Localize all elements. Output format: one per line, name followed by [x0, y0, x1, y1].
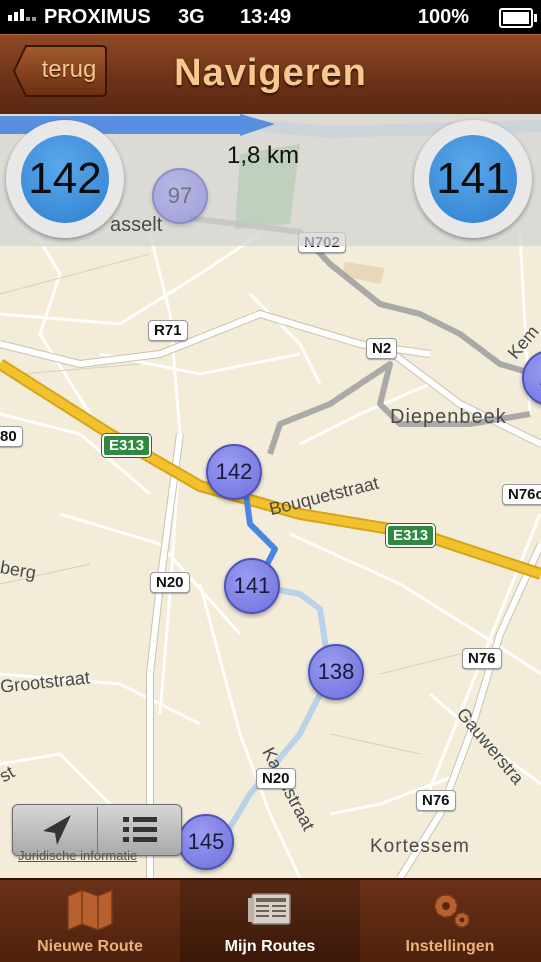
map-icon — [67, 888, 113, 932]
road-shield-n20-south: N20 — [256, 768, 296, 789]
road-shield-n80: 80 — [0, 426, 23, 447]
network-type: 3G — [178, 6, 205, 28]
label-diepenbeek: Diepenbeek — [390, 406, 507, 428]
road-shield-r71: R71 — [148, 320, 188, 341]
navigation-bar: terug Navigeren — [0, 34, 541, 116]
node-141[interactable]: 141 — [224, 558, 280, 614]
road-shield-n2: N2 — [366, 338, 398, 359]
from-node-number: 142 — [21, 135, 109, 223]
to-node-number: 141 — [429, 135, 517, 223]
route-distance: 1,8 km — [226, 142, 300, 169]
route-map[interactable]: Diepenbeek Bouquetstraat Grootstraat Kap… — [0, 114, 541, 878]
carrier-name: PROXIMUS — [44, 6, 151, 28]
route-info-overlay: 97 asselt 1,8 km 142 141 — [0, 114, 541, 246]
tab-label: Instellingen — [405, 938, 495, 955]
tab-bar: Nieuwe Route Mijn Routes Instellingen — [0, 878, 541, 962]
from-node-badge: 142 — [6, 120, 124, 238]
road-shield-n76c: N76c — [502, 484, 541, 505]
battery-percentage: 100% — [417, 6, 469, 28]
gear-icon — [434, 894, 470, 928]
tab-label: Nieuwe Route — [37, 938, 143, 955]
legal-info-link[interactable]: Juridische informatie — [18, 848, 137, 863]
tab-label: Mijn Routes — [224, 938, 316, 955]
road-shield-n20-north: N20 — [150, 572, 190, 593]
road-shield-n76-north: N76 — [462, 648, 502, 669]
newspaper-icon — [248, 893, 291, 925]
label-hasselt: asselt — [110, 214, 163, 236]
node-142[interactable]: 142 — [206, 444, 262, 500]
tab-mijn-routes[interactable]: Mijn Routes — [180, 880, 360, 962]
label-kortessem: Kortessem — [370, 836, 470, 857]
road-shield-n76-south: N76 — [416, 790, 456, 811]
clock: 13:49 — [240, 6, 292, 28]
node-138[interactable]: 138 — [308, 644, 364, 700]
to-node-badge: 141 — [414, 120, 532, 238]
signal-strength-icon — [8, 9, 36, 21]
tab-nieuwe-route[interactable]: Nieuwe Route — [0, 880, 180, 962]
node-145[interactable]: 145 — [178, 814, 234, 870]
page-title: Navigeren — [174, 52, 367, 94]
tab-instellingen[interactable]: Instellingen — [360, 880, 540, 962]
battery-icon — [499, 8, 537, 28]
road-shield-e313-east: E313 — [386, 524, 436, 547]
status-bar: PROXIMUS 3G 13:49 100% — [0, 0, 541, 34]
road-shield-e313-west: E313 — [102, 434, 152, 457]
